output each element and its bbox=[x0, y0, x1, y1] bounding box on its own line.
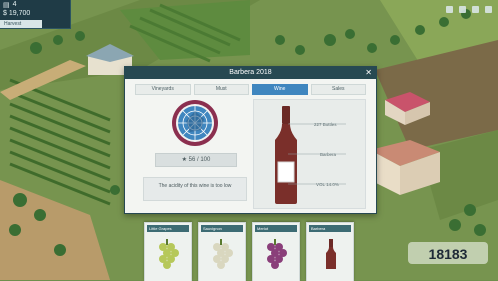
card-title: Barbera bbox=[309, 225, 351, 232]
grape-card-1[interactable]: Little Grapes bbox=[144, 222, 192, 281]
hud-top-right-toolbar bbox=[446, 6, 492, 13]
bottom-card-bar: Little Grapes Sauvignon Merlot Barbera bbox=[144, 222, 354, 281]
tab-must[interactable]: Must bbox=[193, 84, 249, 95]
grape-white-icon bbox=[213, 239, 233, 269]
bottle-icon bbox=[326, 239, 336, 269]
flavor-wheel-icon bbox=[172, 100, 218, 146]
tab-vineyards[interactable]: Vineyards bbox=[135, 84, 191, 95]
wine-stats-panel: ★ 56 / 100 The acidity of this wine is t… bbox=[135, 99, 255, 207]
card-title: Little Grapes bbox=[147, 225, 189, 232]
watermark-text: 18183 bbox=[429, 246, 468, 262]
calendar-icon: ▤ bbox=[3, 1, 10, 9]
hud-days: 4 bbox=[12, 1, 17, 8]
site-watermark-logo: 18183 bbox=[408, 242, 488, 264]
bottle-panel: 227 Bottles Barbera VOL 14.0% bbox=[253, 99, 366, 209]
wine-score: ★ 56 / 100 bbox=[155, 153, 237, 167]
grape-card-3[interactable]: Merlot bbox=[252, 222, 300, 281]
menu-icon[interactable] bbox=[446, 6, 453, 13]
tab-wine[interactable]: Wine bbox=[252, 84, 308, 95]
wine-description: The acidity of this wine is too low bbox=[143, 177, 247, 201]
grape-card-2[interactable]: Sauvignon bbox=[198, 222, 246, 281]
card-title: Merlot bbox=[255, 225, 297, 232]
card-title: Sauvignon bbox=[201, 225, 243, 232]
modal-title: Barbera 2018 bbox=[229, 69, 272, 76]
tab-sales[interactable]: Sales bbox=[310, 84, 366, 95]
grape-card-4[interactable]: Barbera bbox=[306, 222, 354, 281]
hud-money-row: $ 19,700 bbox=[0, 9, 70, 18]
wine-details-modal: Barbera 2018 ✕ Vineyards Must Wine Sales… bbox=[124, 66, 377, 214]
close-icon[interactable]: ✕ bbox=[365, 67, 372, 79]
speed-icon[interactable] bbox=[472, 6, 479, 13]
hud-money: $ 19,700 bbox=[3, 10, 31, 17]
settings-icon[interactable] bbox=[459, 6, 466, 13]
bottle-callout-lines bbox=[288, 123, 346, 185]
grape-purple-icon bbox=[267, 239, 287, 269]
modal-header: Barbera 2018 ✕ bbox=[125, 67, 376, 79]
grape-green-icon bbox=[159, 239, 179, 269]
modal-tabs: Vineyards Must Wine Sales bbox=[135, 84, 366, 95]
hud-season-label: Harvest bbox=[0, 20, 42, 28]
pause-icon[interactable] bbox=[485, 6, 492, 13]
hud-days-row: ▤ 4 bbox=[0, 0, 70, 9]
